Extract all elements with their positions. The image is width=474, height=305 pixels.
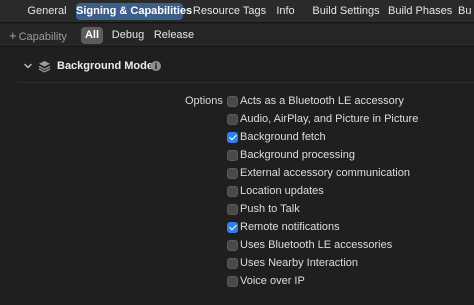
option-label: Background fetch (240, 131, 326, 143)
option-label: Push to Talk (240, 203, 300, 215)
chevron-down-icon[interactable] (23, 61, 33, 71)
tab-signing-capabilities[interactable]: Signing & Capabilities (76, 3, 192, 20)
option-label: Uses Nearby Interaction (240, 257, 358, 269)
tab-resource-tags[interactable]: Resource Tags (191, 3, 268, 20)
option-checkbox[interactable] (227, 240, 238, 251)
option-label: Audio, AirPlay, and Picture in Picture (240, 113, 419, 125)
option-label: Background processing (240, 149, 355, 161)
option-bluetooth-le-accessory[interactable]: Acts as a Bluetooth LE accessory (227, 95, 467, 110)
filter-all[interactable]: All (81, 27, 103, 44)
background-modes-header: Background Modes i (0, 55, 474, 79)
options-label: Options (185, 95, 223, 107)
option-push-to-talk[interactable]: Push to Talk (227, 203, 467, 218)
plus-icon: + (9, 28, 17, 43)
option-checkbox-checked[interactable] (227, 132, 238, 143)
tab-build-rules[interactable]: Bu (458, 3, 474, 20)
option-checkbox[interactable] (227, 258, 238, 269)
option-label: Voice over IP (240, 275, 305, 287)
option-checkbox[interactable] (227, 150, 238, 161)
option-location-updates[interactable]: Location updates (227, 185, 467, 200)
option-remote-notifications[interactable]: Remote notifications (227, 221, 467, 236)
divider (18, 82, 474, 83)
option-label: Location updates (240, 185, 324, 197)
section-title: Background Modes (57, 60, 160, 72)
option-checkbox[interactable] (227, 114, 238, 125)
option-audio-airplay-pip[interactable]: Audio, AirPlay, and Picture in Picture (227, 113, 467, 128)
option-checkbox-checked[interactable] (227, 222, 238, 233)
tab-info[interactable]: Info (272, 3, 299, 20)
option-nearby-interaction[interactable]: Uses Nearby Interaction (227, 257, 467, 272)
option-label: External accessory communication (240, 167, 410, 179)
option-label: Remote notifications (240, 221, 340, 233)
option-checkbox[interactable] (227, 96, 238, 107)
background-modes-icon (38, 61, 51, 73)
option-voice-over-ip[interactable]: Voice over IP (227, 275, 467, 290)
filter-debug[interactable]: Debug (110, 27, 146, 44)
option-checkbox[interactable] (227, 186, 238, 197)
info-icon[interactable]: i (151, 61, 161, 71)
capability-filter-bar: + Capability All Debug Release (0, 24, 474, 47)
add-capability-button[interactable]: + Capability (9, 27, 67, 44)
filter-release[interactable]: Release (153, 27, 195, 44)
option-checkbox[interactable] (227, 276, 238, 287)
tab-general[interactable]: General (22, 3, 72, 20)
xcode-capabilities-editor: General Signing & Capabilities Resource … (0, 0, 474, 305)
add-capability-label: Capability (18, 31, 67, 43)
option-label: Acts as a Bluetooth LE accessory (240, 95, 404, 107)
option-external-accessory[interactable]: External accessory communication (227, 167, 467, 182)
option-label: Uses Bluetooth LE accessories (240, 239, 393, 251)
option-checkbox[interactable] (227, 204, 238, 215)
option-background-processing[interactable]: Background processing (227, 149, 467, 164)
option-uses-bluetooth-le[interactable]: Uses Bluetooth LE accessories (227, 239, 467, 254)
tab-build-phases[interactable]: Build Phases (388, 3, 452, 20)
editor-tab-bar: General Signing & Capabilities Resource … (0, 0, 474, 23)
option-checkbox[interactable] (227, 168, 238, 179)
tab-build-settings[interactable]: Build Settings (306, 3, 386, 20)
option-background-fetch[interactable]: Background fetch (227, 131, 467, 146)
